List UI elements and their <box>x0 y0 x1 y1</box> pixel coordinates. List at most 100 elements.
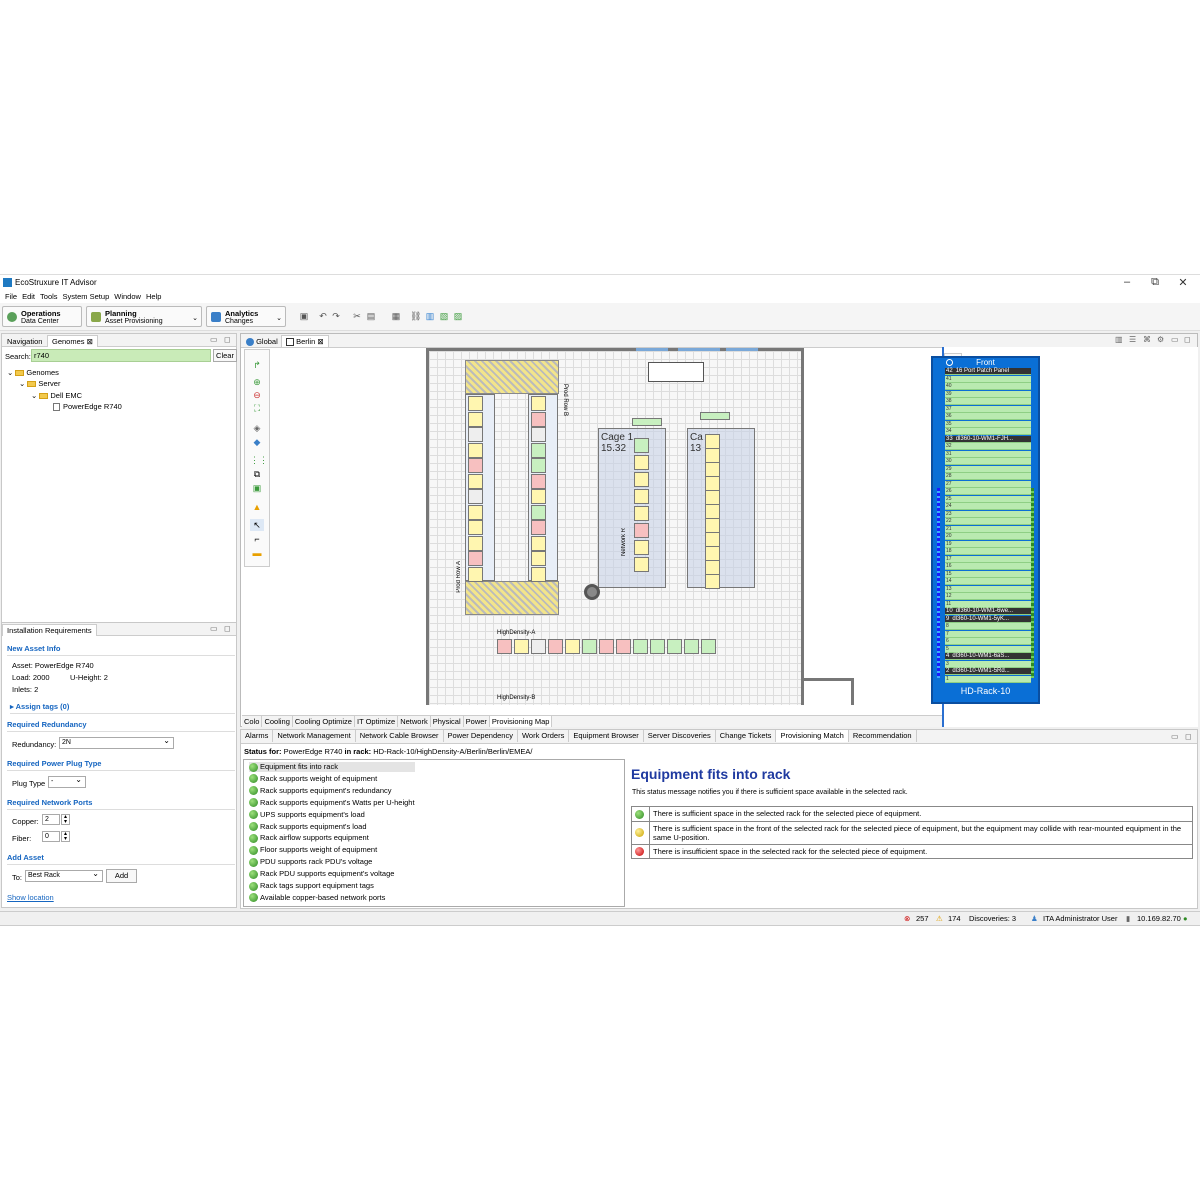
search-input[interactable]: r740 <box>31 349 211 362</box>
rack-tile[interactable] <box>468 520 483 535</box>
rack-tile[interactable] <box>468 427 483 442</box>
rack-unit[interactable]: 19 <box>945 540 1031 548</box>
rack-tile[interactable] <box>684 639 699 654</box>
rack-tile[interactable] <box>468 396 483 411</box>
rack-tile[interactable] <box>705 560 720 575</box>
tab-genomes[interactable]: Genomes ⊠ <box>47 335 98 347</box>
rack-tile[interactable] <box>497 639 512 654</box>
plug-type-select[interactable]: - <box>48 775 86 788</box>
close-button[interactable]: ✕ <box>1174 276 1192 289</box>
rack-unit[interactable]: 2 dl360-10-WM1-5Rd... <box>945 668 1031 675</box>
rack-tile[interactable] <box>531 442 546 458</box>
rack-tile[interactable] <box>599 639 614 654</box>
maximize-icon[interactable]: ◻ <box>1185 732 1192 741</box>
check-item[interactable]: PDU supports rack PDU's voltage <box>249 857 372 867</box>
rack-unit[interactable]: 29 <box>945 465 1031 473</box>
view-tab-power[interactable]: Power <box>464 716 490 727</box>
check-item[interactable]: Rack supports equipment's load <box>249 822 367 832</box>
rack-tile[interactable] <box>531 551 546 566</box>
list-icon[interactable]: ☰ <box>1129 335 1136 344</box>
view-tab-it-optimize[interactable]: IT Optimize <box>355 716 399 727</box>
rack-tile[interactable] <box>468 473 483 489</box>
restore-button[interactable]: ⧉ <box>1146 276 1164 289</box>
rack-tile[interactable] <box>531 566 546 582</box>
floor-plan-map[interactable]: Cage 1 15.32 Ca 13 Prod Row B Prod Row A… <box>272 348 940 705</box>
rack-unit[interactable]: 37 <box>945 405 1031 413</box>
rack-tile[interactable] <box>705 448 720 463</box>
rack-unit[interactable]: 36 <box>945 413 1031 420</box>
rack-tile[interactable] <box>634 540 649 555</box>
rack-tile[interactable] <box>468 442 483 458</box>
rotate-icon[interactable]: ↱ <box>250 359 264 371</box>
rack-unit[interactable]: 42 16 Port Patch Panel <box>945 368 1031 375</box>
check-item[interactable]: Rack PDU supports equipment's voltage <box>249 869 394 879</box>
rack-unit[interactable]: 15 <box>945 570 1031 578</box>
ruler-icon[interactable]: ▬ <box>250 547 264 559</box>
tab-installation-requirements[interactable]: Installation Requirements <box>2 624 97 636</box>
rack-tile[interactable] <box>650 639 665 654</box>
rack-tile[interactable] <box>548 639 563 654</box>
rack-tile[interactable] <box>531 458 546 473</box>
view-icon[interactable]: ◆ <box>250 436 264 448</box>
add-button[interactable]: Add <box>106 869 137 883</box>
target-rack-select[interactable]: Best Rack <box>25 869 103 882</box>
undo-icon[interactable]: ↶ <box>318 311 328 321</box>
rack-tile[interactable] <box>616 639 631 654</box>
tree-node-server[interactable]: ⌄ Server <box>19 379 60 388</box>
rack-tile[interactable] <box>705 490 720 505</box>
network-tile[interactable] <box>700 412 730 420</box>
close-icon[interactable]: ⊠ <box>87 337 93 346</box>
tree-node-genomes[interactable]: ⌄ Genomes <box>7 368 59 377</box>
minimize-button[interactable]: – <box>1118 276 1136 288</box>
rack-unit[interactable]: 30 <box>945 458 1031 465</box>
rack-tile[interactable] <box>468 504 483 520</box>
clear-button[interactable]: Clear <box>213 349 237 362</box>
rack-unit[interactable]: 31 <box>945 450 1031 458</box>
rack-tile[interactable] <box>468 551 483 566</box>
perspective-planning[interactable]: Planning Asset Provisioning ⌄ <box>86 306 202 327</box>
close-icon[interactable]: ⊠ <box>317 337 323 346</box>
rack-unit[interactable]: 34 <box>945 428 1031 435</box>
zoom-in-icon[interactable]: ⊕ <box>250 376 264 388</box>
rack-unit[interactable]: 17 <box>945 555 1031 563</box>
check-item[interactable]: Rack tags support equipment tags <box>249 881 374 891</box>
show-location-link[interactable]: Show location <box>7 893 54 902</box>
hierarchy-icon[interactable]: ⌘ <box>1143 335 1151 344</box>
rack-tile[interactable] <box>705 532 720 547</box>
rack-unit[interactable]: 18 <box>945 548 1031 555</box>
rack-unit[interactable]: 6 <box>945 638 1031 645</box>
rack-tile[interactable] <box>531 520 546 535</box>
maximize-icon[interactable]: ◻ <box>224 624 231 633</box>
redo-icon[interactable]: ↷ <box>331 311 341 321</box>
view-tab-physical[interactable]: Physical <box>431 716 464 727</box>
minimize-icon[interactable]: ▭ <box>1171 335 1179 344</box>
bottom-tab-network-management[interactable]: Network Management <box>273 730 356 742</box>
rack-unit[interactable]: 23 <box>945 510 1031 518</box>
export-icon[interactable]: ▧ <box>439 311 449 321</box>
rack-unit[interactable]: 14 <box>945 578 1031 585</box>
rack-tile[interactable] <box>701 639 716 654</box>
rack-tile[interactable] <box>468 535 483 551</box>
rack-tile[interactable] <box>634 506 649 521</box>
perspective-operations[interactable]: Operations Data Center <box>2 306 82 327</box>
rack-tile[interactable] <box>531 473 546 489</box>
bottom-tab-change-tickets[interactable]: Change Tickets <box>716 730 777 742</box>
rack-unit[interactable]: 4 dl360-10-WM1-6aS... <box>945 653 1031 660</box>
menu-edit[interactable]: Edit <box>22 290 35 303</box>
check-item[interactable]: Equipment fits into rack <box>249 762 415 772</box>
menu-system-setup[interactable]: System Setup <box>63 290 110 303</box>
rack-unit[interactable]: 26 <box>945 488 1031 495</box>
rack-tile[interactable] <box>633 639 648 654</box>
rack-unit[interactable]: 27 <box>945 480 1031 488</box>
check-item[interactable]: Rack supports equipment's Watts per U-he… <box>249 798 415 808</box>
paste-icon[interactable]: ▤ <box>366 311 376 321</box>
lock-icon[interactable]: ▲ <box>250 501 264 513</box>
view-tab-provisioning-map[interactable]: Provisioning Map <box>489 716 553 727</box>
document-icon[interactable]: ▥ <box>425 311 435 321</box>
rack-unit[interactable]: 40 <box>945 383 1031 390</box>
rack-elevation[interactable]: Front 42 16 Port Patch Panel 41 40 39 38 37 36 3… <box>931 356 1040 704</box>
import-icon[interactable]: ▨ <box>453 311 463 321</box>
zoom-out-icon[interactable]: ⊖ <box>250 389 264 401</box>
rack-tile[interactable] <box>634 523 649 538</box>
perspective-analytics[interactable]: Analytics Changes ⌄ <box>206 306 286 327</box>
